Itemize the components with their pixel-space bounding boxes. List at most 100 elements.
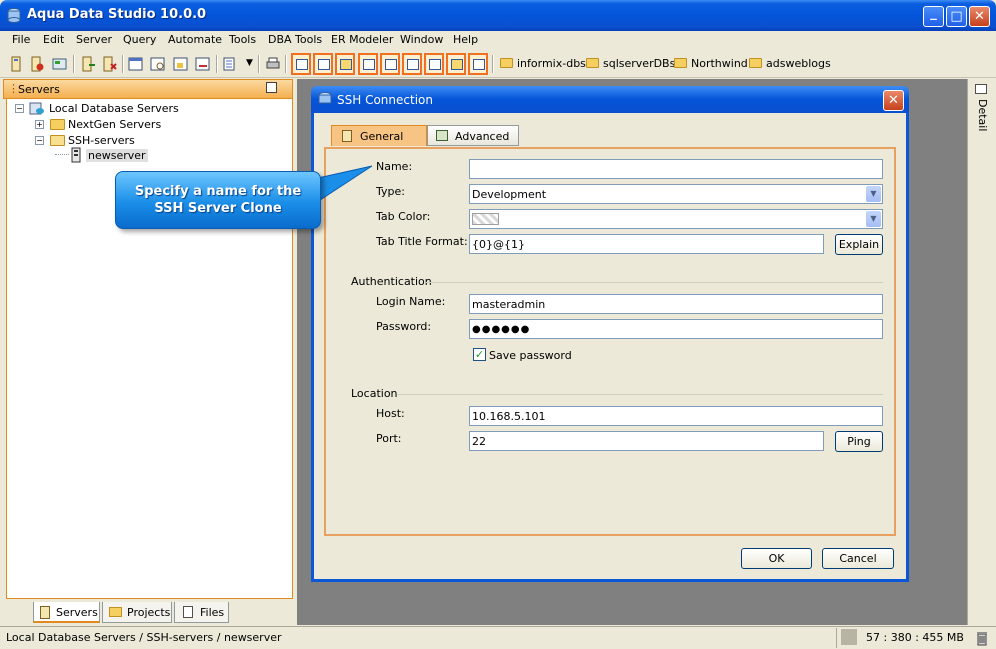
menu-edit[interactable]: Edit [43,33,64,46]
expand-icon[interactable]: + [35,120,44,129]
tab-projects[interactable]: Projects [102,602,172,623]
menu-help[interactable]: Help [453,33,478,46]
type-select[interactable]: Development ▼ [469,184,883,204]
unregister-server-icon[interactable] [29,56,45,72]
detail-tab-label[interactable]: Detail [976,99,989,131]
print-icon[interactable] [265,56,281,72]
collapse-icon[interactable]: − [35,136,44,145]
menu-automate[interactable]: Automate [168,33,222,46]
bookmark-label: Northwind [691,57,748,70]
dialog-close-button[interactable]: ✕ [883,90,904,111]
tool-procedure-editor[interactable] [335,53,355,75]
query-analyzer-icon[interactable] [150,56,166,72]
tutorial-callout: Specify a name for the SSH Server Clone [115,171,321,229]
menu-tools[interactable]: Tools [229,33,256,46]
type-value: Development [472,188,547,201]
memory-indicator-icon [841,629,857,645]
trash-icon[interactable] [976,630,988,646]
bookmark-adsweblogs[interactable]: adsweblogs [749,57,831,70]
query-builder-icon[interactable] [173,56,189,72]
tool-report[interactable] [468,53,488,75]
toolbar-separator [122,55,124,73]
tool-diff[interactable] [424,53,444,75]
menu-er-modeler[interactable]: ER Modeler [331,33,393,46]
close-icon: ✕ [974,9,985,24]
schema-icon[interactable] [222,56,238,72]
menu-file[interactable]: File [12,33,30,46]
toolbar-separator [258,55,260,73]
minimize-icon: _ [930,6,937,21]
dialog-title: SSH Connection [337,93,433,107]
tab-files[interactable]: Files [174,602,229,623]
tool-grid-editor[interactable] [358,53,378,75]
tab-general[interactable]: General [331,125,427,146]
tool-export[interactable] [402,53,422,75]
collapse-icon[interactable]: − [15,104,24,113]
login-name-field[interactable]: masteradmin [469,294,883,314]
tab-servers[interactable]: Servers [33,602,100,623]
tree-item-nextgen-servers[interactable]: NextGen Servers [68,118,161,131]
close-window-button[interactable]: ✕ [969,6,990,27]
dropdown-arrow-icon[interactable]: ▼ [246,58,253,68]
toolbar: ▼ informix-dbs sqlserverDBs Northwind ad… [0,51,996,78]
tab-label: Servers [56,606,98,619]
dropdown-arrow-icon[interactable]: ▼ [866,211,881,227]
menu-window[interactable]: Window [400,33,443,46]
status-bar: Local Database Servers / SSH-servers / n… [0,626,996,649]
toolbar-separator [73,55,75,73]
server-properties-icon[interactable] [52,56,68,72]
tool-import[interactable] [380,53,400,75]
explain-button[interactable]: Explain [835,234,883,255]
servers-tab-icon [40,606,50,619]
menu-server[interactable]: Server [76,33,112,46]
compare-icon[interactable] [195,56,211,72]
register-server-icon[interactable] [9,56,25,72]
host-field[interactable]: 10.168.5.101 [469,406,883,426]
name-field[interactable] [469,159,883,179]
servers-panel: ⋮ Servers − Local Database Servers + Nex… [3,79,294,625]
password-field[interactable]: ●●●●●● [469,319,883,339]
folder-icon [500,58,513,68]
location-group-label: Location [351,387,398,400]
dialog-app-icon [318,92,332,104]
detail-strip: Detail [967,79,994,625]
tab-color-select[interactable]: ▼ [469,209,883,229]
query-window-icon[interactable] [128,56,144,72]
minimize-button[interactable]: _ [923,6,944,27]
login-name-label: Login Name: [376,295,446,308]
folder-icon [586,58,599,68]
ok-button[interactable]: OK [741,548,812,569]
save-password-checkbox[interactable]: ✓ [473,348,486,361]
name-label: Name: [376,160,413,173]
tree-item-ssh-servers[interactable]: SSH-servers [68,134,135,147]
tree-item-newserver[interactable]: newserver [86,149,148,162]
disconnect-icon[interactable] [101,56,117,72]
toolbar-separator [492,55,494,73]
bookmark-northwind[interactable]: Northwind [674,57,748,70]
cancel-button[interactable]: Cancel [822,548,894,569]
tab-title-format-field[interactable]: {0}@{1} [469,234,824,254]
dropdown-arrow-icon[interactable]: ▼ [866,186,881,202]
restore-panel-icon[interactable] [266,82,277,93]
maximize-button[interactable]: □ [946,6,967,27]
title-bar: Aqua Data Studio 10.0.0 _ □ ✕ [0,0,996,31]
bookmark-informix-dbs[interactable]: informix-dbs [500,57,586,70]
group-divider [398,394,883,395]
tool-table-editor[interactable] [313,53,333,75]
host-label: Host: [376,407,405,420]
tool-chart[interactable] [446,53,466,75]
callout-text: Specify a name for the SSH Server Clone [116,183,320,217]
tree-item-local-database-servers[interactable]: Local Database Servers [49,102,179,115]
app-database-icon [7,8,21,23]
type-label: Type: [376,185,405,198]
ping-button[interactable]: Ping [835,431,883,452]
toolbar-separator [285,55,287,73]
connect-icon[interactable] [80,56,96,72]
tab-advanced[interactable]: Advanced [427,125,519,146]
memory-usage: 57 : 380 : 455 MB [866,631,964,644]
port-field[interactable]: 22 [469,431,824,451]
tool-table-data-editor[interactable] [291,53,311,75]
bookmark-sqlserverdbs[interactable]: sqlserverDBs [586,57,675,70]
menu-query[interactable]: Query [123,33,156,46]
menu-dba-tools[interactable]: DBA Tools [268,33,322,46]
